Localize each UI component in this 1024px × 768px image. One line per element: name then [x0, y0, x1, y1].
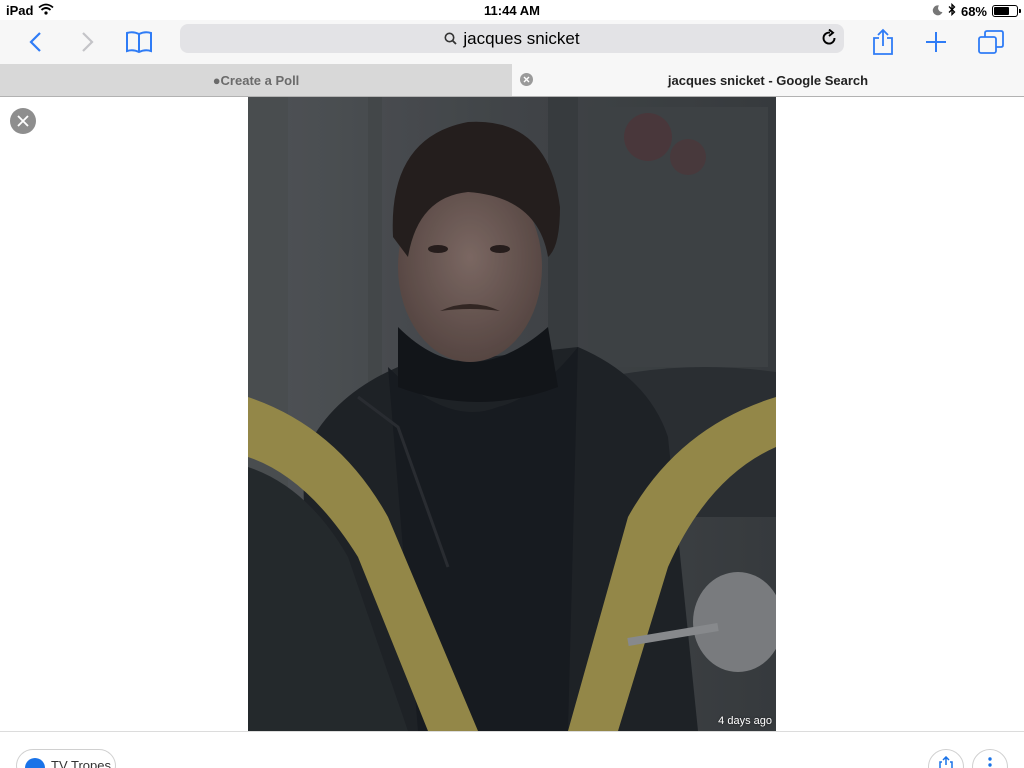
reload-button[interactable] [821, 28, 837, 51]
source-label: TV Tropes [51, 758, 111, 768]
bluetooth-icon [948, 2, 956, 19]
battery-percent: 68% [960, 3, 987, 19]
browser-toolbar: jacques snicket [0, 20, 1024, 64]
source-chip[interactable]: TV Tropes [16, 749, 116, 768]
image-timestamp: 4 days ago [718, 715, 772, 727]
battery-fill [994, 7, 1009, 15]
tab-google-search[interactable]: jacques snicket - Google Search [512, 64, 1024, 96]
bookmarks-button[interactable] [121, 24, 157, 60]
share-icon [939, 756, 953, 768]
close-icon [523, 76, 530, 83]
chevron-left-icon [29, 32, 41, 52]
moon-icon [932, 4, 943, 19]
status-right: 68% [932, 2, 1021, 19]
battery-icon [992, 5, 1021, 17]
share-image-button[interactable] [928, 749, 964, 768]
back-button[interactable] [17, 24, 53, 60]
book-icon [126, 31, 152, 54]
status-bar: iPad 11:44 AM 68% [0, 0, 1024, 20]
share-button[interactable] [865, 24, 901, 60]
more-vertical-icon [988, 757, 992, 767]
status-time: 11:44 AM [484, 3, 540, 18]
close-icon [17, 115, 29, 127]
address-bar[interactable]: jacques snicket [180, 24, 844, 53]
tab-close-button[interactable] [520, 73, 533, 86]
tabs-icon [978, 30, 1004, 54]
close-viewer-button[interactable] [10, 108, 36, 134]
forward-button[interactable] [70, 24, 106, 60]
share-icon [873, 28, 893, 55]
plus-icon [926, 32, 946, 52]
address-text: jacques snicket [463, 28, 580, 48]
tab-bar: ●Create a Poll jacques snicket - Google … [0, 64, 1024, 97]
image-viewer: 4 days ago [0, 97, 1024, 731]
tab-label: ●Create a Poll [212, 72, 300, 88]
preview-image[interactable]: 4 days ago [248, 97, 776, 731]
tab-create-a-poll[interactable]: ●Create a Poll [0, 64, 512, 96]
tabs-overview-button[interactable] [973, 24, 1009, 60]
site-favicon-icon [25, 758, 45, 768]
more-options-button[interactable] [972, 749, 1008, 768]
chevron-right-icon [82, 32, 94, 52]
tab-label: jacques snicket - Google Search [667, 72, 869, 88]
photo-illustration [248, 97, 776, 731]
bottom-bar: TV Tropes [0, 731, 1024, 768]
new-tab-button[interactable] [918, 24, 954, 60]
reload-icon [822, 28, 836, 45]
search-icon [444, 32, 458, 45]
